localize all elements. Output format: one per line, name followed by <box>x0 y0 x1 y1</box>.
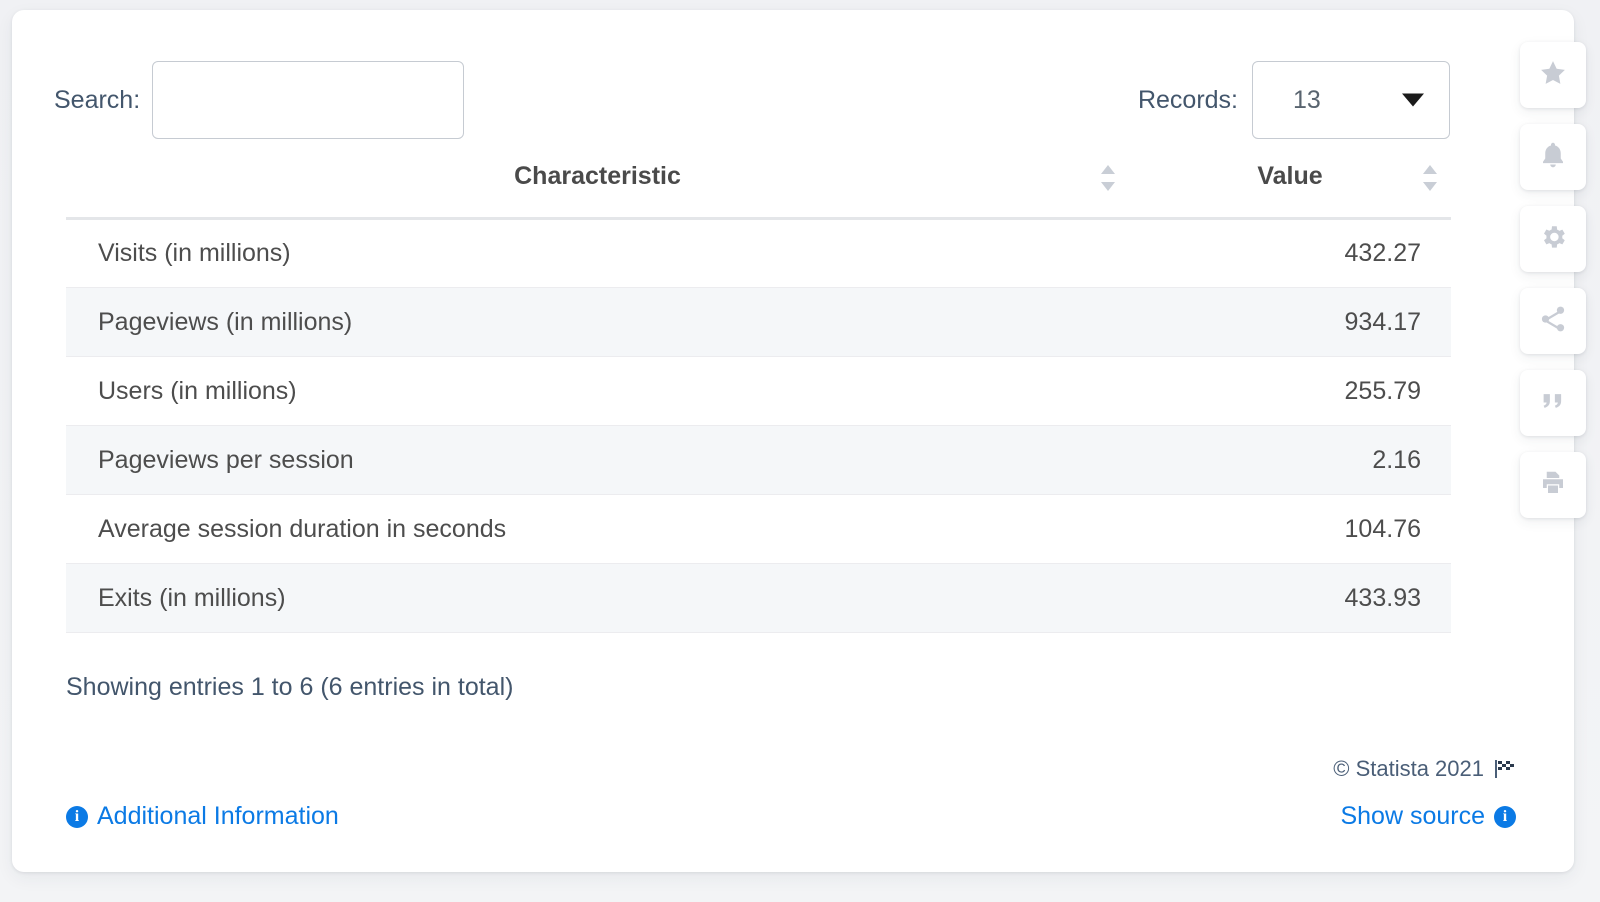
search-label: Search: <box>54 86 140 115</box>
table-row: Average session duration in seconds 104.… <box>66 495 1451 564</box>
copyright: © Statista 2021 <box>1333 756 1516 782</box>
sort-icon-value[interactable] <box>1423 165 1437 191</box>
cell-characteristic: Users (in millions) <box>66 357 1129 426</box>
cell-value: 255.79 <box>1129 357 1451 426</box>
info-icon: i <box>1494 806 1516 828</box>
table-row: Users (in millions) 255.79 <box>66 357 1451 426</box>
records-label: Records: <box>1138 86 1238 115</box>
cell-value: 934.17 <box>1129 288 1451 357</box>
cell-value: 433.93 <box>1129 564 1451 633</box>
records-group: Records: 13 <box>1138 61 1450 139</box>
footer-links: i Additional Information Show source i <box>12 802 1574 842</box>
table-head: Characteristic Value <box>66 162 1451 219</box>
printer-icon <box>1538 468 1568 503</box>
bell-icon <box>1538 140 1568 175</box>
quote-icon <box>1538 386 1568 421</box>
column-header-value-label: Value <box>1257 162 1322 190</box>
share-button[interactable] <box>1520 288 1586 354</box>
records-select[interactable]: 13 <box>1252 61 1450 139</box>
cell-characteristic: Visits (in millions) <box>66 219 1129 288</box>
gear-icon <box>1538 222 1568 257</box>
cell-value: 2.16 <box>1129 426 1451 495</box>
show-source-link[interactable]: Show source i <box>1340 802 1516 831</box>
action-toolbar <box>1520 42 1586 518</box>
data-table-wrapper: Characteristic Value <box>66 162 1451 633</box>
additional-information-link[interactable]: i Additional Information <box>66 802 339 831</box>
cell-value: 104.76 <box>1129 495 1451 564</box>
table-body: Visits (in millions) 432.27 Pageviews (i… <box>66 219 1451 633</box>
page-root: Search: Records: 13 Characteristic <box>0 0 1600 902</box>
copyright-text: © Statista 2021 <box>1333 756 1484 782</box>
table-row: Pageviews (in millions) 934.17 <box>66 288 1451 357</box>
search-input[interactable] <box>152 61 464 139</box>
info-icon: i <box>66 806 88 828</box>
column-header-characteristic-label: Characteristic <box>514 162 681 190</box>
table-row: Visits (in millions) 432.27 <box>66 219 1451 288</box>
notification-button[interactable] <box>1520 124 1586 190</box>
print-button[interactable] <box>1520 452 1586 518</box>
checkered-flag-icon <box>1494 758 1516 780</box>
statista-table-card: Search: Records: 13 Characteristic <box>12 10 1574 872</box>
favorite-button[interactable] <box>1520 42 1586 108</box>
table-controls: Search: Records: 13 <box>12 54 1450 146</box>
cite-button[interactable] <box>1520 370 1586 436</box>
table-row: Exits (in millions) 433.93 <box>66 564 1451 633</box>
star-icon <box>1538 58 1568 93</box>
settings-button[interactable] <box>1520 206 1586 272</box>
search-group: Search: <box>54 61 464 139</box>
cell-characteristic: Pageviews per session <box>66 426 1129 495</box>
table-header-row: Characteristic Value <box>66 162 1451 219</box>
chevron-down-icon <box>1402 94 1424 107</box>
additional-information-label: Additional Information <box>97 802 339 831</box>
column-header-characteristic[interactable]: Characteristic <box>66 162 1129 219</box>
cell-value: 432.27 <box>1129 219 1451 288</box>
column-header-value[interactable]: Value <box>1129 162 1451 219</box>
show-source-label: Show source <box>1340 802 1485 831</box>
cell-characteristic: Pageviews (in millions) <box>66 288 1129 357</box>
table-row: Pageviews per session 2.16 <box>66 426 1451 495</box>
sort-icon-characteristic[interactable] <box>1101 165 1115 191</box>
cell-characteristic: Average session duration in seconds <box>66 495 1129 564</box>
data-table: Characteristic Value <box>66 162 1451 633</box>
share-icon <box>1538 304 1568 339</box>
showing-entries-text: Showing entries 1 to 6 (6 entries in tot… <box>66 673 513 702</box>
cell-characteristic: Exits (in millions) <box>66 564 1129 633</box>
